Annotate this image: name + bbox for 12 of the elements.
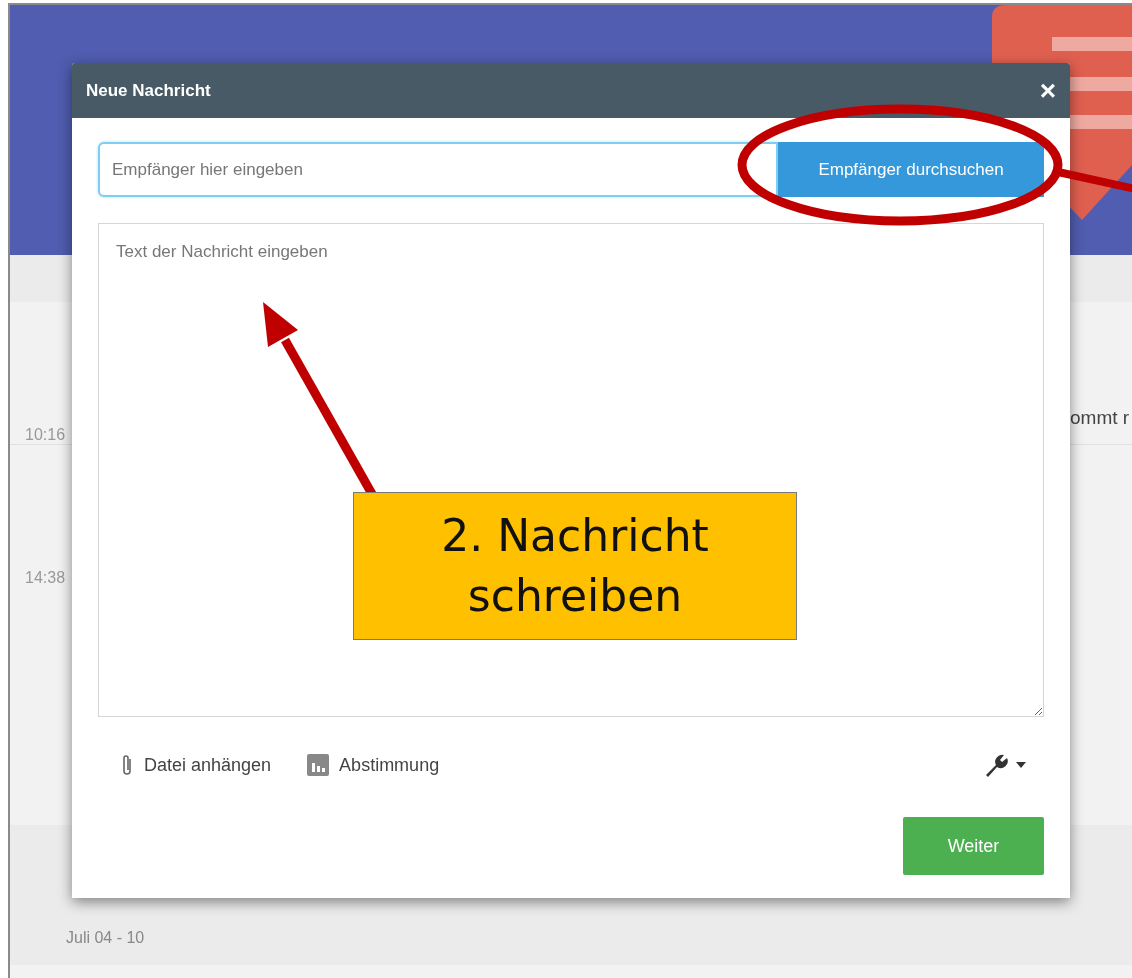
close-button[interactable]: ×	[1039, 76, 1056, 105]
attach-file-button[interactable]: Datei anhängen	[120, 753, 272, 777]
paperclip-icon	[120, 753, 134, 777]
message-time: 10:16	[25, 425, 66, 444]
message-preview: ommt r	[1070, 406, 1131, 430]
annotation-callout: 2. Nachricht schreiben	[353, 492, 797, 640]
dialog-title: Neue Nachricht	[86, 80, 211, 101]
recipient-field[interactable]: Empfänger hier eingeben	[98, 142, 778, 197]
message-time: 14:38	[25, 568, 66, 587]
caret-icon	[1016, 762, 1026, 768]
poll-button[interactable]: Abstimmung	[307, 754, 440, 776]
bar-chart-icon	[307, 754, 330, 776]
